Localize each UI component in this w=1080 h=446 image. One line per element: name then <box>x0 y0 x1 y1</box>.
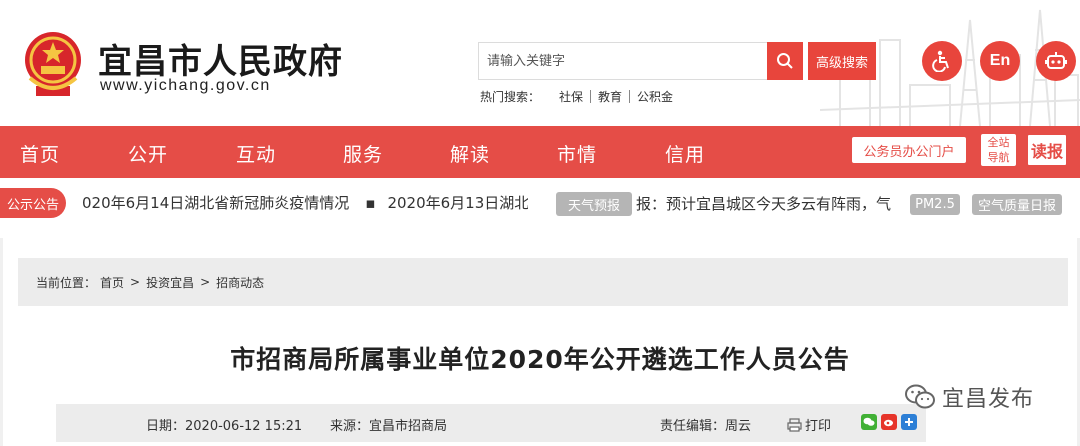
hot-search-item[interactable]: 社保 <box>552 88 590 105</box>
site-title[interactable]: 宜昌市人民政府 <box>98 34 343 83</box>
notice-scroll: 020年6月14日湖北省新冠肺炎疫情情况 ▪ 2020年6月13日湖北省 <box>82 192 528 216</box>
notice-item[interactable]: 2020年6月13日湖北省 <box>387 192 528 213</box>
hot-search: 热门搜索： 社保 教育 公积金 <box>480 88 680 105</box>
weibo-share-icon[interactable] <box>881 414 897 430</box>
breadcrumb-item-home[interactable]: 首页 <box>100 274 124 291</box>
bullet-icon: ▪ <box>365 194 376 212</box>
wheelchair-icon <box>932 50 949 72</box>
wechat-icon <box>905 384 935 409</box>
printer-icon <box>787 417 802 432</box>
notice-label[interactable]: 公示公告 <box>0 188 66 218</box>
wechat-share-icon[interactable] <box>861 414 877 430</box>
civil-servant-portal-button[interactable]: 公务员办公门户 <box>852 137 966 163</box>
article-meta: 日期：2020-06-12 15:21 来源：宜昌市招商局 责任编辑：周云 打印 <box>56 404 926 442</box>
nav-item-city-info[interactable]: 市情 <box>557 140 597 167</box>
read-newspaper-button[interactable]: 读报 <box>1026 133 1068 167</box>
breadcrumb-item-invest[interactable]: 投资宜昌 <box>146 274 194 291</box>
print-label: 打印 <box>805 419 832 434</box>
share-icons <box>861 414 917 430</box>
search-input[interactable] <box>479 43 768 79</box>
accessibility-button[interactable] <box>922 41 962 81</box>
national-emblem-icon <box>25 32 81 96</box>
breadcrumb-separator: > <box>130 275 141 289</box>
search-box <box>478 42 768 80</box>
weather-text[interactable]: 报：预计宜昌城区今天多云有阵雨，气 <box>636 192 906 216</box>
search-icon <box>777 53 793 69</box>
air-quality-badge[interactable]: 空气质量日报 <box>972 194 1062 215</box>
search-button[interactable] <box>767 42 803 80</box>
robot-icon <box>1045 52 1067 69</box>
watermark-text: 宜昌发布 <box>942 387 1035 412</box>
hot-search-item[interactable]: 公积金 <box>630 88 680 105</box>
wechat-watermark: 宜昌发布 <box>904 381 1034 413</box>
english-version-button[interactable]: En <box>980 41 1020 81</box>
breadcrumb-label: 当前位置： <box>36 275 97 290</box>
site-navigation-label-line2: 导航 <box>987 151 1010 164</box>
more-share-icon[interactable] <box>901 414 917 430</box>
nav-item-credit[interactable]: 信用 <box>665 140 705 167</box>
nav-item-service[interactable]: 服务 <box>343 140 383 167</box>
site-header: 宜昌市人民政府 www.yichang.gov.cn 高级搜索 热门搜索： 社保… <box>0 0 1080 126</box>
nav-item-home[interactable]: 首页 <box>20 140 60 167</box>
breadcrumb: 当前位置： 首页 > 投资宜昌 > 招商动态 <box>18 258 1068 306</box>
hot-search-item[interactable]: 教育 <box>591 88 629 105</box>
nav-item-public[interactable]: 公开 <box>128 140 168 167</box>
nav-item-interaction[interactable]: 互动 <box>236 140 276 167</box>
site-navigation-label-line1: 全站 <box>987 136 1010 149</box>
hot-search-label: 热门搜索： <box>480 90 541 104</box>
breadcrumb-item-news[interactable]: 招商动态 <box>216 274 264 291</box>
page-title: 市招商局所属事业单位2020年公开遴选工作人员公告 <box>230 345 850 374</box>
notice-item[interactable]: 020年6月14日湖北省新冠肺炎疫情情况 <box>82 192 349 213</box>
article-date: 日期：2020-06-12 15:21 <box>146 419 303 434</box>
site-navigation-button[interactable]: 全站 导航 <box>981 134 1016 166</box>
breadcrumb-separator: > <box>200 275 211 289</box>
weather-label[interactable]: 天气预报 <box>556 192 632 216</box>
nav-item-interpretation[interactable]: 解读 <box>450 140 490 167</box>
article-editor: 责任编辑：周云 <box>660 419 752 434</box>
pm25-badge[interactable]: PM2.5 <box>910 194 960 215</box>
print-button[interactable]: 打印 <box>787 415 831 434</box>
site-url: www.yichang.gov.cn <box>100 77 271 94</box>
article-source: 来源：宜昌市招商局 <box>330 419 448 434</box>
advanced-search-button[interactable]: 高级搜索 <box>808 42 876 80</box>
robot-assistant-button[interactable] <box>1036 41 1076 81</box>
